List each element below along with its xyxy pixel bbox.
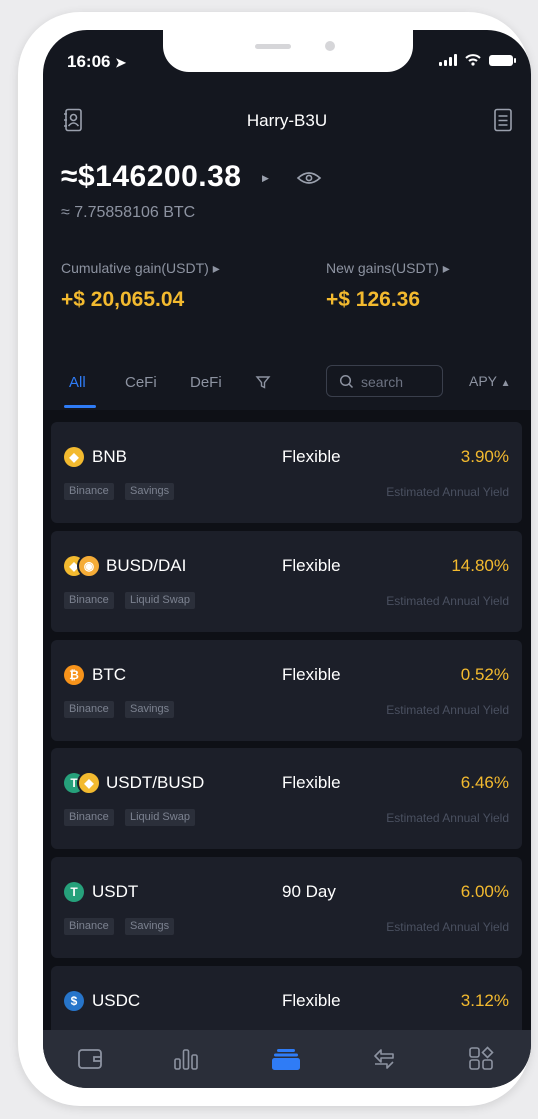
tag-platform: Binance [64,918,114,935]
product-name: USDC [92,991,141,1010]
tag-product-type: Liquid Swap [125,809,195,826]
device-notch [163,30,413,72]
product-apy: 6.00% [460,882,509,901]
bnb-coin-icon: ◆ [64,447,84,467]
tag-platform: Binance [64,809,114,826]
search-input[interactable] [359,372,441,392]
wifi-icon [465,54,481,66]
estimated-yield-label: Estimated Annual Yield [386,811,509,825]
nav-markets[interactable] [170,1044,202,1074]
bar-chart-icon [174,1049,198,1070]
estimated-yield-label: Estimated Annual Yield [386,485,509,499]
status-time-text: 16:06 [67,52,111,71]
cumulative-gain-value: +$ 20,065.04 [61,288,185,311]
tab-defi[interactable]: DeFi [190,374,222,391]
estimated-yield-label: Estimated Annual Yield [386,594,509,608]
tag-platform: Binance [64,701,114,718]
account-title: Harry-B3U [246,111,328,130]
product-card-usdt[interactable]: T USDT 90 Day 6.00% Binance Savings Esti… [51,857,522,958]
status-time: 16:06 ➤ [67,52,126,72]
location-arrow-icon: ➤ [115,55,127,70]
tab-all[interactable]: All [69,374,86,391]
balance-caret-icon[interactable]: ▶ [262,173,269,184]
usdc-coin-icon: $ [64,991,84,1011]
filter-icon[interactable] [255,374,271,390]
status-icons [439,54,516,66]
product-apy: 3.90% [460,447,509,466]
new-gains-value: +$ 126.36 [326,288,421,311]
filter-tabs: All CeFi DeFi APY ▲︎ [43,365,531,410]
apps-grid-icon [469,1046,494,1070]
tag-product-type: Savings [125,483,175,500]
product-term: Flexible [282,447,341,466]
nav-wallet[interactable] [74,1044,106,1074]
product-name: BNB [92,447,127,466]
estimated-yield-label: Estimated Annual Yield [386,703,509,717]
product-term: Flexible [282,991,341,1010]
tab-cefi[interactable]: CeFi [125,374,157,391]
product-apy: 6.46% [460,773,509,792]
cellular-signal-icon [439,54,457,66]
dai-coin-icon: ◉ [77,554,101,578]
product-card-usdt-busd[interactable]: T ◆ USDT/BUSD Flexible 6.46% Binance Liq… [51,748,522,849]
tag-product-type: Liquid Swap [125,592,195,609]
wallet-icon [78,1049,102,1069]
product-term: Flexible [282,665,341,684]
product-card-busd-dai[interactable]: ◆ ◉ BUSD/DAI Flexible 14.80% Binance Liq… [51,531,522,632]
earn-stack-icon [272,1049,300,1070]
product-name: USDT/BUSD [106,773,205,792]
swap-arrows-icon [374,1049,394,1069]
usdt-coin-icon: T [64,882,84,902]
app-screen: 16:06 ➤ Harry-B3U ≈$146200.38 ▶ ≈ 7.7585… [43,30,531,1088]
estimated-yield-label: Estimated Annual Yield [386,920,509,934]
total-balance-btc: ≈ 7.75858106 BTC [61,204,196,221]
product-term: Flexible [282,556,341,575]
tag-product-type: Savings [125,918,175,935]
product-apy: 0.52% [460,665,509,684]
busd-coin-icon: ◆ [77,771,101,795]
active-tab-indicator [64,405,96,408]
product-name: BUSD/DAI [106,556,187,575]
product-name: USDT [92,882,139,901]
records-document-icon[interactable] [493,108,513,132]
battery-icon [489,55,516,66]
search-field[interactable] [326,365,443,397]
search-icon [339,374,354,389]
new-gains-label[interactable]: New gains(USDT) ▸ [326,260,450,277]
total-balance-usd: ≈$146200.38 [61,160,242,193]
apy-sort-label: APY [469,373,497,389]
product-term: 90 Day [282,882,336,901]
tag-product-type: Savings [125,701,175,718]
cumulative-gain-label[interactable]: Cumulative gain(USDT) ▸ [61,260,220,277]
product-apy: 14.80% [451,556,509,575]
app-header: Harry-B3U [43,108,531,138]
eye-icon[interactable] [296,170,322,186]
nav-apps[interactable] [465,1044,497,1074]
product-card-btc[interactable]: ₿ BTC Flexible 0.52% Binance Savings Est… [51,640,522,741]
nav-earn[interactable] [270,1044,302,1074]
sort-arrows-icon: ▲︎ [500,378,511,389]
product-list: ◆ BNB Flexible 3.90% Binance Savings Est… [43,410,531,1067]
tag-platform: Binance [64,483,114,500]
tag-platform: Binance [64,592,114,609]
product-name: BTC [92,665,126,684]
product-card-bnb[interactable]: ◆ BNB Flexible 3.90% Binance Savings Est… [51,422,522,523]
product-apy: 3.12% [460,991,509,1010]
nav-swap[interactable] [368,1044,400,1074]
apy-sort-button[interactable]: APY ▲︎ [469,373,511,389]
product-term: Flexible [282,773,341,792]
btc-coin-icon: ₿ [64,665,84,685]
bottom-navigation [43,1030,531,1088]
